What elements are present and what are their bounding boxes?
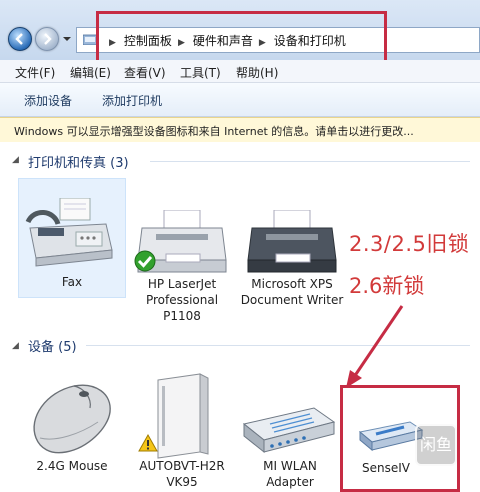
group-divider: [150, 161, 470, 162]
info-bar-text: Windows 可以显示增强型设备图标和来自 Internet 的信息。请单击以…: [14, 125, 414, 138]
device-label-xps-writer: Microsoft XPS Document Writer: [240, 277, 344, 307]
address-bar-area: ▶ 控制面板 ▶ 硬件和声音 ▶ 设备和打印机: [0, 0, 480, 69]
device-label-hp-laserjet: HP LaserJet Professional P1108: [145, 277, 219, 323]
group-divider: [86, 345, 470, 346]
device-label-fax: Fax: [61, 275, 83, 289]
annotation-text-new-lock: 2.6新锁: [349, 274, 425, 298]
collapse-caret-icon[interactable]: ◢: [12, 341, 19, 351]
collapse-caret-icon[interactable]: ◢: [12, 155, 19, 165]
default-printer-check-icon: [134, 250, 156, 272]
info-bar[interactable]: Windows 可以显示增强型设备图标和来自 Internet 的信息。请单击以…: [0, 117, 480, 143]
history-dropdown-icon[interactable]: [62, 34, 72, 44]
command-toolbar: 添加设备 添加打印机: [0, 83, 480, 117]
warning-icon: [138, 434, 158, 452]
menu-edit[interactable]: 编辑(E): [70, 64, 111, 81]
arrow-left-icon: [15, 33, 23, 45]
add-device-button[interactable]: 添加设备: [24, 92, 72, 109]
wlan-router-icon: [242, 407, 336, 454]
fax-icon: [25, 198, 113, 267]
watermark-text: 闲鱼: [415, 424, 457, 466]
arrow-right-icon: [44, 33, 52, 45]
add-printer-button[interactable]: 添加打印机: [102, 92, 162, 109]
control-panel-icon: [83, 34, 97, 45]
menu-tools[interactable]: 工具(T): [180, 64, 221, 81]
annotation-text-old-lock: 2.3/2.5旧锁: [349, 232, 470, 256]
menu-help[interactable]: 帮助(H): [236, 64, 278, 81]
device-label-autobvt: AUTOBVT-H2R VK95: [139, 459, 225, 489]
back-button[interactable]: [8, 27, 32, 51]
group-header-devices[interactable]: 设备 (5): [28, 336, 77, 355]
device-label-mouse: 2.4G Mouse: [36, 459, 108, 473]
mouse-icon: [33, 384, 111, 454]
menu-view[interactable]: 查看(V): [124, 64, 166, 81]
annotation-arrow: [346, 305, 404, 388]
watermark-logo: 闲鱼: [415, 424, 457, 466]
printer-icon: [247, 210, 337, 273]
computer-tower-icon: [157, 373, 209, 459]
menu-file[interactable]: 文件(F): [15, 64, 55, 81]
forward-button[interactable]: [35, 27, 59, 51]
group-header-printers[interactable]: 打印机和传真 (3): [28, 152, 129, 171]
menu-bar: 文件(F) 编辑(E) 查看(V) 工具(T) 帮助(H): [0, 60, 480, 83]
device-label-mi-wlan: MI WLAN Adapter: [263, 459, 317, 489]
